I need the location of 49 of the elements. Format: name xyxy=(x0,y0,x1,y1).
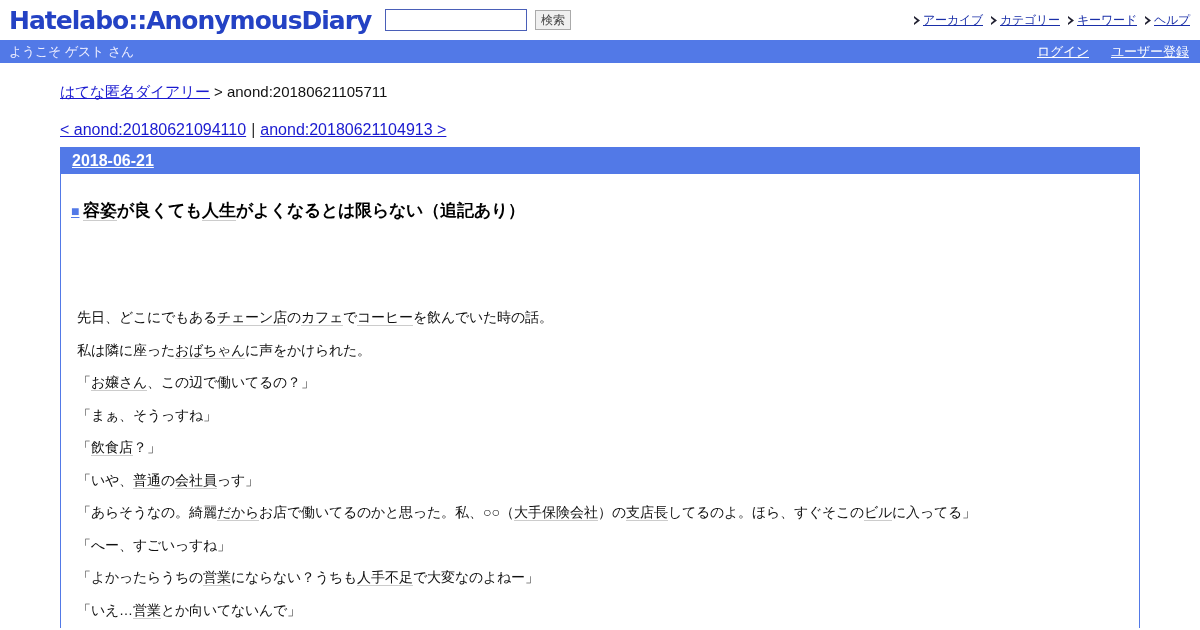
keyword-link[interactable]: 営業 xyxy=(133,601,161,619)
nav-link[interactable]: アーカイブ xyxy=(923,11,983,29)
paragraph: 「いや、普通の会社員っす」 xyxy=(77,470,260,490)
paragraph: 「まぁ、そうっすね」 xyxy=(77,405,218,425)
breadcrumb-current: > anond:20180621105711 xyxy=(214,83,388,102)
paragraph: 「あらそうなの。綺麗だから お店で働いてるのかと思った。私、○○（大手保険会社）の支店長してるのよ。ほら、すぐそこのビルに入ってる」 xyxy=(77,503,977,523)
date-link[interactable]: 2018-06-21 xyxy=(72,152,154,170)
welcome-text: ようこそ ゲスト さん xyxy=(9,42,135,61)
keyword-link[interactable]: 大手保険会社 xyxy=(513,504,598,521)
keyword-link[interactable]: 普通 xyxy=(133,471,161,489)
paragraph: 先日、どこにでもある チェーン店のカフェ でコーヒーを飲んでいた時の話。 xyxy=(77,308,554,328)
user-link[interactable]: ユーザー登録 xyxy=(1111,42,1189,61)
nav-link[interactable]: キーワード xyxy=(1077,11,1137,29)
paragraph: 「へー、すごいっすね」 xyxy=(77,535,232,555)
paragraph: 私は隣に座ったおばちゃんに声をかけられた。 xyxy=(77,340,372,360)
search-button[interactable]: 検索 xyxy=(535,10,572,30)
paragraph: 「お嬢さん、この辺で働いてるの？」 xyxy=(77,373,316,393)
user-link[interactable]: ログイン xyxy=(1037,42,1089,61)
prev-entry-link[interactable]: < anond:20180621094110 xyxy=(60,121,247,139)
keyword-link[interactable]: おばちゃん xyxy=(175,341,245,359)
keyword-link[interactable]: 営業 xyxy=(203,569,231,586)
paragraph: 「いえ…営業 とか向いてないんで」 xyxy=(77,600,302,620)
paragraph: 「飲食店？」 xyxy=(77,438,162,458)
keyword-link[interactable]: 飲食店 xyxy=(91,439,133,456)
search-field[interactable] xyxy=(385,9,528,31)
arrow-icon xyxy=(1068,15,1074,25)
keyword-link[interactable]: コーヒー xyxy=(357,309,413,326)
keyword-link[interactable]: 容姿 xyxy=(83,201,118,221)
arrow-icon xyxy=(1145,15,1151,25)
paragraph: 「よかったらうちの営業にならない？うちも人手不足で大変なのよねー」 xyxy=(77,568,540,588)
entry-permalink[interactable]: ■ xyxy=(71,202,80,219)
keyword-link[interactable]: カフェ xyxy=(301,309,343,326)
keyword-link[interactable]: 人生 xyxy=(202,201,237,221)
keyword-link[interactable]: お嬢さん xyxy=(91,374,147,391)
keyword-link[interactable]: 会社員 xyxy=(175,471,217,489)
keyword-link[interactable]: 支店長 xyxy=(625,504,668,521)
keyword-link[interactable]: ビル xyxy=(863,504,892,521)
keyword-link[interactable]: だから xyxy=(217,504,259,521)
nav-link[interactable]: カテゴリー xyxy=(1000,11,1060,29)
site-logo[interactable]: Hatelabo::AnonymousDiary xyxy=(9,5,372,35)
nav-link[interactable]: ヘルプ xyxy=(1154,11,1190,29)
breadcrumb-link[interactable]: はてな匿名ダイアリー xyxy=(60,83,210,102)
arrow-icon xyxy=(991,15,997,25)
entry-title: 容姿が良くても人生がよくなるとは限らない（追記あり） xyxy=(83,200,526,222)
arrow-icon xyxy=(914,15,920,25)
next-entry-link[interactable]: anond:20180621104913 > xyxy=(260,121,447,139)
pager-separator: | xyxy=(251,121,256,139)
keyword-link[interactable]: チェーン店 xyxy=(217,309,287,326)
keyword-link[interactable]: 人手不足 xyxy=(357,569,413,586)
